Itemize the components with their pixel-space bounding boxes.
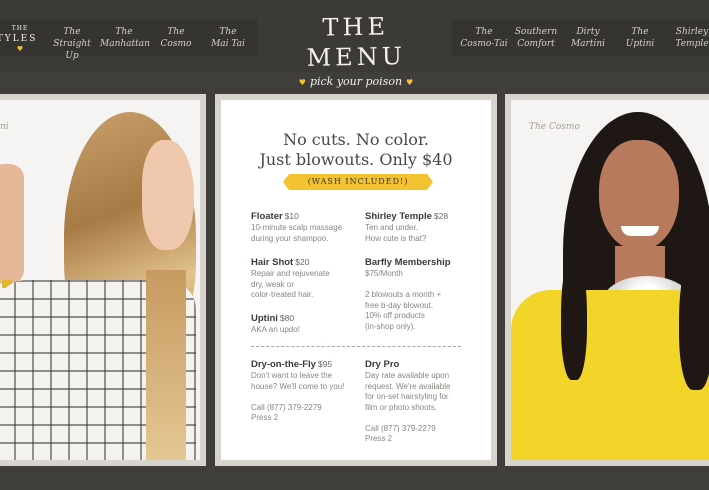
nav-item-line1: The [167,27,185,37]
service-name: Floater [251,211,283,222]
service-name: Uptini [251,313,278,324]
nav-item-dirty-martini[interactable]: Dirty Martini [564,26,612,50]
nav-item-line2: Temple [675,39,709,49]
service-description: $75/Month 2 blowouts a month + free b-da… [365,269,442,331]
nav-item-straight-up[interactable]: The Straight Up [48,26,96,62]
menu-headline-line1: No cuts. No color. [283,130,429,149]
nav-item-line2: Comfort [517,39,555,49]
nav-item-line2: Mai Tai [211,39,245,49]
service-hair-shot: Hair Shot $20 Repair and rejuvenate dry, … [251,256,363,301]
nav-item-line2: Straight Up [53,39,91,61]
nav-item-line2: Cosmo [160,39,192,49]
menu-card-panel: No cuts. No color. Just blowouts. Only $… [215,94,497,466]
styles-logo-word: STYLES [0,34,38,44]
service-name-row: Dry-on-the-Fly $95 [251,358,361,371]
hair-lock-shape [679,250,709,390]
top-navigation-bar: THE STYLES ♥ The Straight Up The Manhatt… [0,0,709,88]
service-description: Ten and under. How cute is that? [365,223,427,243]
service-name-row: Barfly Membership [365,256,475,269]
service-name: Dry-on-the-Fly [251,359,316,370]
nav-item-mai-tai[interactable]: The Mai Tai [204,26,252,50]
service-name-row: Shirley Temple $28 [365,210,477,223]
heart-icon: ♥ [406,78,414,87]
service-description: AKA an updo! [251,325,300,334]
service-description: Don't want to leave the house? We'll com… [251,371,345,422]
service-dry-pro: Dry Pro Day rate available upon request.… [365,358,475,445]
menu-headline: No cuts. No color. Just blowouts. Only $… [221,130,491,170]
service-shirley-temple: Shirley Temple $28 Ten and under. How cut… [365,210,477,244]
hand-shape [0,164,24,284]
service-name-row: Uptini $80 [251,312,363,325]
smile-shape [621,226,659,236]
service-description: Repair and rejuvenate dry, weak or color… [251,269,330,299]
nav-item-uptini[interactable]: The Uptini [616,26,664,50]
nav-item-line2: Uptini [625,39,655,49]
brand-tagline-row: ♥ pick your poison ♥ [268,75,444,90]
nav-item-line1: Shirley [675,27,709,37]
nav-item-shirley-temple[interactable]: Shirley Temple [668,26,709,50]
nav-item-line1: The [631,27,649,37]
style-photo-right: The Cosmo [511,100,709,460]
service-price: $95 [317,359,333,369]
service-description: Day rate available upon request. We're a… [365,371,451,443]
nav-item-line1: The [63,27,81,37]
service-name: Dry Pro [365,359,400,370]
service-name: Hair Shot [251,257,294,268]
service-barfly-membership: Barfly Membership $75/Month 2 blowouts a… [365,256,475,332]
service-name: Barfly Membership [365,257,451,268]
nav-item-line2: Cosmo-Tai [460,39,508,49]
service-dry-on-the-fly: Dry-on-the-Fly $95 Don't want to leave th… [251,358,361,424]
style-panel-the-cosmo[interactable]: The Cosmo [505,94,709,466]
nav-item-line1: The [219,27,237,37]
style-photo-left: ni [0,100,200,460]
nav-item-cosmo-tai[interactable]: The Cosmo-Tai [458,26,510,50]
brand-logo[interactable]: THE MENU ♥ pick your poison ♥ [268,12,444,90]
brand-tagline: pick your poison [309,75,403,88]
wash-included-ribbon: (WASH INCLUDED!) [283,174,433,190]
style-label-the-cosmo: The Cosmo [529,122,580,132]
service-name-row: Hair Shot $20 [251,256,363,269]
styles-logo-the: THE [11,25,29,32]
service-description: 10-minute scalp massage during your sham… [251,223,343,243]
nav-item-line1: Southern [514,27,558,37]
style-label-left: ni [0,122,9,132]
service-uptini: Uptini $80 AKA an updo! [251,312,363,336]
nav-item-line2: Martini [570,39,606,49]
style-panel-left[interactable]: ni [0,94,206,466]
nav-item-line2: Manhattan [100,39,150,49]
service-price: $80 [279,313,295,323]
nav-item-line1: The [475,27,493,37]
menu-headline-line2: Just blowouts. Only $40 [259,150,453,169]
service-price: $10 [284,211,299,221]
service-name-row: Floater $10 [251,210,363,223]
nav-item-manhattan[interactable]: The Manhattan [100,26,150,50]
hair-strand-shape [146,270,186,460]
menu-divider [251,346,461,347]
the-styles-logo[interactable]: THE STYLES ♥ [0,25,40,55]
service-floater: Floater $10 10-minute scalp massage durin… [251,210,363,244]
service-name-row: Dry Pro [365,358,475,371]
service-name: Shirley Temple [365,211,432,222]
brand-title: THE MENU [306,12,407,72]
service-price: $28 [433,211,449,221]
face-shape [142,140,194,250]
heart-icon: ♥ [16,45,24,53]
nav-item-cosmo[interactable]: The Cosmo [152,26,200,50]
hair-lock-shape [561,250,587,380]
heart-icon: ♥ [298,78,306,87]
nav-item-line1: The [115,27,133,37]
service-price: $20 [295,257,310,267]
nav-item-southern-comfort[interactable]: Southern Comfort [512,26,560,50]
nav-item-line1: Dirty [576,27,600,37]
menu-card: No cuts. No color. Just blowouts. Only $… [221,100,491,460]
